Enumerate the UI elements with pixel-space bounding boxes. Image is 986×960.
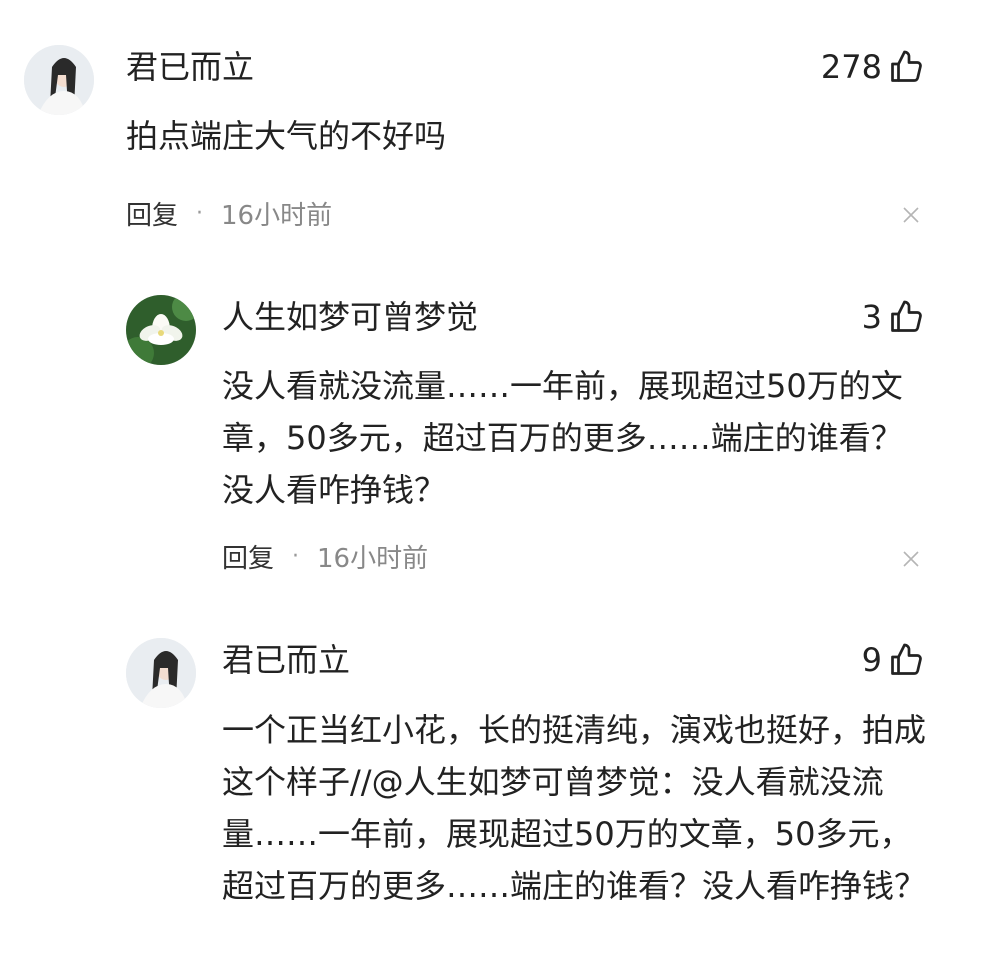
like-button[interactable]: 9 — [862, 640, 924, 680]
user-avatar-icon — [24, 45, 94, 115]
like-button[interactable]: 3 — [862, 297, 924, 337]
comment-time: 16小时前 — [317, 543, 429, 574]
meta-separator: · — [196, 200, 204, 226]
like-count: 278 — [820, 48, 882, 86]
avatar[interactable] — [126, 295, 196, 365]
meta-separator: · — [292, 543, 300, 569]
close-icon[interactable] — [902, 206, 920, 224]
comment-time: 16小时前 — [221, 200, 333, 231]
comment-text: 没人看就没流量……一年前，展现超过50万的文章，50多元，超过百万的更多……端庄… — [222, 367, 903, 509]
comment-author[interactable]: 人生如梦可曾梦觉 — [222, 297, 478, 337]
comment-meta: 回复 · 16小时前 — [222, 536, 428, 576]
like-count: 9 — [861, 641, 882, 679]
thumbs-up-icon — [891, 300, 922, 332]
comment-text: 一个正当红小花，长的挺清纯，演戏也挺好，拍成这个样子//@人生如梦可曾梦觉：没人… — [222, 711, 927, 905]
comment-3: 君已而立 9 一个正当红小花，长的挺清纯，演戏也挺好，拍成这个样子//@人生如梦… — [0, 592, 986, 960]
reply-button[interactable]: 回复 — [222, 538, 274, 575]
user-avatar-icon — [126, 638, 196, 708]
comment-meta: 回复 · 16小时前 — [126, 193, 332, 233]
avatar[interactable] — [24, 45, 94, 115]
thumbs-up-icon — [891, 643, 922, 675]
like-button[interactable]: 278 — [821, 47, 924, 87]
close-icon[interactable] — [902, 550, 920, 568]
comment-author[interactable]: 君已而立 — [126, 47, 254, 87]
lotus-avatar-icon — [126, 295, 196, 365]
comment-text: 拍点端庄大气的不好吗 — [126, 117, 447, 155]
thumbs-up-icon — [891, 50, 922, 82]
comment-author[interactable]: 君已而立 — [222, 640, 350, 680]
reply-button[interactable]: 回复 — [126, 195, 178, 232]
like-count: 3 — [861, 298, 882, 336]
avatar[interactable] — [126, 638, 196, 708]
comment-2: 人生如梦可曾梦觉 3 没人看就没流量……一年前，展现超过50万的文章，50多元，… — [0, 250, 986, 590]
comment-1: 君已而立 278 拍点端庄大气的不好吗 回复 · 16小时前 — [0, 0, 986, 250]
